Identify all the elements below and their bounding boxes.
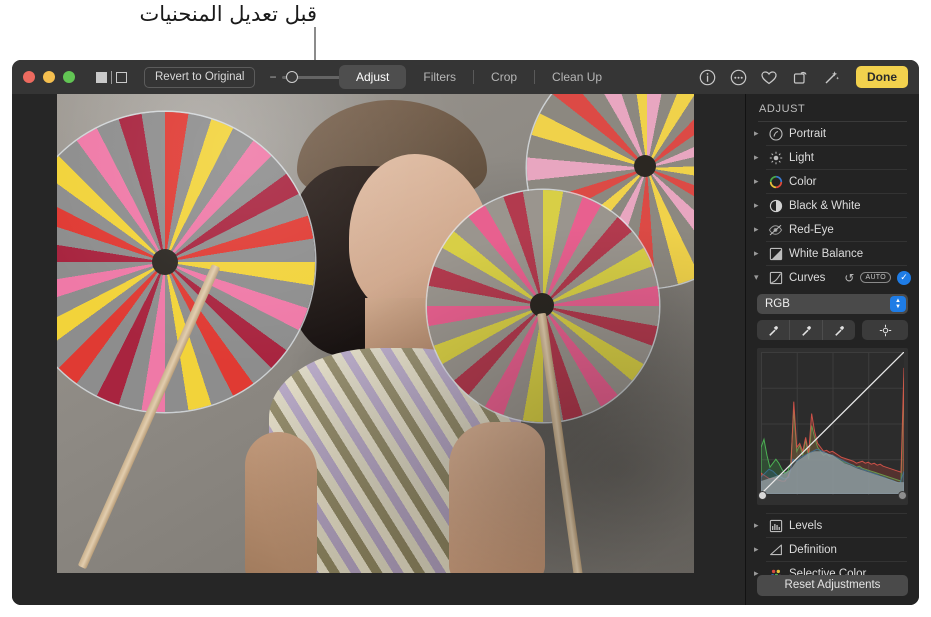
done-button[interactable]: Done xyxy=(856,66,908,88)
sidebar-item-label: Black & White xyxy=(789,199,861,212)
pinwheel-right xyxy=(427,190,659,422)
chevron-right-icon[interactable]: ▸ xyxy=(754,545,762,554)
subject-arm-left xyxy=(245,432,317,573)
close-button[interactable] xyxy=(23,71,35,83)
view-toggle[interactable] xyxy=(96,70,127,84)
divider xyxy=(111,70,112,84)
pinwheel-hub xyxy=(152,249,178,275)
adjust-sidebar: ADJUST ▸ Portrait ▸ Light ▸ Color ▸ Blac… xyxy=(745,94,919,605)
chevron-down-glyph: ▼ xyxy=(895,304,901,310)
tab-clean-up[interactable]: Clean Up xyxy=(535,65,619,89)
sidebar-item-label: Portrait xyxy=(789,127,827,140)
outline-square-icon[interactable] xyxy=(116,71,127,83)
sidebar-item-label: Curves xyxy=(789,271,826,284)
sidebar-item-red-eye[interactable]: ▸ Red-Eye xyxy=(746,218,919,241)
eyedropper-group xyxy=(757,320,855,340)
callout-label: قبل تعديل المنحنيات xyxy=(139,2,318,26)
curves-channel-value: RGB xyxy=(765,298,790,310)
sidebar-item-color[interactable]: ▸ Color xyxy=(746,170,919,193)
white-point-eyedropper[interactable] xyxy=(823,320,855,340)
curve-white-point-handle[interactable] xyxy=(898,491,907,500)
curves-channel-select[interactable]: RGB ▲ ▼ xyxy=(757,294,908,314)
reset-curves-icon[interactable]: ↺ xyxy=(844,271,854,285)
curves-controls: ↺ AUTO ✓ xyxy=(844,270,919,285)
window-toolbar: Revert to Original − + Adjust Filters Cr… xyxy=(12,60,919,94)
reset-adjustments-button[interactable]: Reset Adjustments xyxy=(757,575,908,596)
traffic-lights xyxy=(23,71,75,83)
curves-graph[interactable] xyxy=(757,348,908,505)
curves-histogram xyxy=(761,352,904,494)
curve-black-point-handle[interactable] xyxy=(758,491,767,500)
editor-tabs: Adjust Filters Crop Clean Up xyxy=(339,64,619,90)
light-icon xyxy=(768,150,783,165)
toolbar-right-tools: Done xyxy=(698,64,908,90)
photos-editor-window: Revert to Original − + Adjust Filters Cr… xyxy=(12,60,919,605)
sidebar-item-levels[interactable]: ▸ Levels xyxy=(746,514,919,537)
edited-photo[interactable] xyxy=(57,94,694,573)
sidebar-item-black-and-white[interactable]: ▸ Black & White xyxy=(746,194,919,217)
white-balance-icon xyxy=(768,246,783,261)
pinwheel-hub xyxy=(634,155,656,177)
curves-tool-row xyxy=(757,320,908,340)
chevron-right-icon[interactable]: ▸ xyxy=(754,521,762,530)
sidebar-item-label: Color xyxy=(789,175,817,188)
minimize-button[interactable] xyxy=(43,71,55,83)
chevron-right-icon[interactable]: ▸ xyxy=(754,177,762,186)
black-point-eyedropper[interactable] xyxy=(757,320,790,340)
sidebar-item-label: White Balance xyxy=(789,247,864,260)
sidebar-item-portrait[interactable]: ▸ Portrait xyxy=(746,122,919,145)
sidebar-item-curves[interactable]: ▾ Curves ↺ AUTO ✓ xyxy=(746,266,919,289)
more-ellipsis-icon[interactable] xyxy=(729,68,747,86)
subject-arm-right xyxy=(449,422,545,573)
chevron-right-icon[interactable]: ▸ xyxy=(754,249,762,258)
zoom-slider-knob[interactable] xyxy=(286,71,299,83)
curves-icon xyxy=(768,270,783,285)
chevron-right-icon[interactable]: ▸ xyxy=(754,201,762,210)
sidebar-item-label: Light xyxy=(789,151,814,164)
photo-canvas: Portrait xyxy=(12,94,745,605)
black-white-icon xyxy=(768,198,783,213)
zoom-out-label[interactable]: − xyxy=(269,70,276,84)
tab-filters[interactable]: Filters xyxy=(406,65,473,89)
chevron-down-icon[interactable]: ▾ xyxy=(754,273,762,282)
red-eye-icon xyxy=(768,222,783,237)
sidebar-item-light[interactable]: ▸ Light xyxy=(746,146,919,169)
heart-icon[interactable] xyxy=(760,68,778,86)
sidebar-item-label: Red-Eye xyxy=(789,223,834,236)
sidebar-item-label: Definition xyxy=(789,543,837,556)
auto-button[interactable]: AUTO xyxy=(860,272,891,283)
fullscreen-button[interactable] xyxy=(63,71,75,83)
sidebar-item-label: Levels xyxy=(789,519,823,532)
filled-square-icon[interactable] xyxy=(96,71,107,83)
info-icon[interactable] xyxy=(698,68,716,86)
tab-crop[interactable]: Crop xyxy=(474,65,534,89)
screenshot-root: قبل تعديل المنحنيات Revert to Original − xyxy=(0,0,931,617)
target-point-icon[interactable] xyxy=(862,320,908,340)
chevron-updown-icon[interactable]: ▲ ▼ xyxy=(890,296,906,312)
color-wheel-icon xyxy=(768,174,783,189)
tab-adjust[interactable]: Adjust xyxy=(339,65,407,89)
portrait-icon xyxy=(768,126,783,141)
chevron-right-icon[interactable]: ▸ xyxy=(754,225,762,234)
sidebar-title: ADJUST xyxy=(759,103,806,115)
chevron-right-icon[interactable]: ▸ xyxy=(754,153,762,162)
levels-icon xyxy=(768,518,783,533)
sidebar-item-white-balance[interactable]: ▸ White Balance xyxy=(746,242,919,265)
chevron-right-icon[interactable]: ▸ xyxy=(754,129,762,138)
magic-wand-icon[interactable] xyxy=(822,68,840,86)
definition-icon xyxy=(768,542,783,557)
gray-point-eyedropper[interactable] xyxy=(790,320,823,340)
revert-to-original-button[interactable]: Revert to Original xyxy=(144,66,256,88)
rotate-icon[interactable] xyxy=(791,68,809,86)
curves-enabled-checkbox[interactable]: ✓ xyxy=(897,270,911,285)
sidebar-item-definition[interactable]: ▸ Definition xyxy=(746,538,919,561)
